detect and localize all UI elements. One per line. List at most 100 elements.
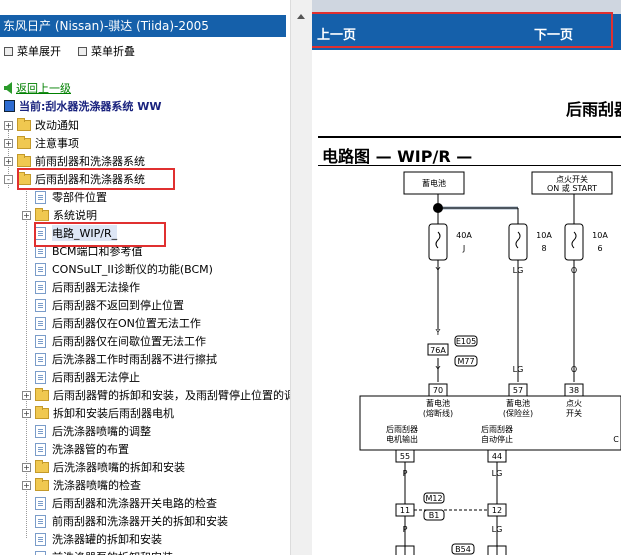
tree-item[interactable]: 前洗涤器泵的拆卸和安装 bbox=[22, 548, 173, 555]
expand-toggle-icon[interactable]: + bbox=[4, 156, 13, 166]
tree-item[interactable]: 洗涤器罐的拆卸和安装 bbox=[22, 530, 162, 548]
lbl-wire-lg1: LG bbox=[513, 266, 524, 275]
tree-item-label: 前雨刮器和洗涤器开关的拆卸和安装 bbox=[52, 515, 228, 528]
lbl-e105: E105 bbox=[456, 337, 476, 346]
document-icon bbox=[35, 514, 46, 528]
wiring-diagram: 蓄电池 点火开关 ON 或 START 40A 10A 10A J 8 6 Y … bbox=[359, 171, 621, 555]
lbl-12: 12 bbox=[492, 506, 502, 515]
menu-expand-button[interactable]: 菜单展开 bbox=[4, 43, 61, 59]
vehicle-title: 东风日产 (Nissan)-骐达 (Tiida)-2005 bbox=[3, 19, 209, 33]
lbl-wire-lg4: LG bbox=[492, 525, 503, 534]
lbl-55: 55 bbox=[400, 452, 410, 461]
back-arrow-icon bbox=[4, 82, 12, 94]
lbl-38: 38 bbox=[569, 386, 579, 395]
book-icon bbox=[4, 100, 15, 112]
lbl-fuse3: 10A bbox=[592, 231, 608, 240]
expand-toggle-icon[interactable]: + bbox=[4, 120, 13, 130]
tree-item[interactable]: 洗涤器管的布置 bbox=[22, 440, 129, 458]
tree-scrollbar[interactable] bbox=[290, 0, 313, 555]
tree-item[interactable]: 后雨刮器仅在ON位置无法工作 bbox=[22, 314, 201, 332]
tree-item[interactable]: 前雨刮器和洗涤器开关的拆卸和安装 bbox=[22, 512, 228, 530]
folder-icon bbox=[17, 135, 31, 149]
lbl-wire-lg2: LG bbox=[513, 365, 524, 374]
tree-item[interactable]: + 后雨刮器臂的拆卸和安装，及雨刮臂停止位置的调 bbox=[22, 386, 290, 404]
tree-item[interactable]: 后洗涤器工作时雨刮器不进行擦拭 bbox=[22, 350, 217, 368]
lbl-fuse3-id: 6 bbox=[597, 244, 602, 253]
tree-item[interactable]: CONSuLT_II诊断仪的功能(BCM) bbox=[22, 260, 213, 278]
tree-item[interactable]: + 后洗涤器喷嘴的拆卸和安装 bbox=[22, 458, 185, 476]
junction-dot bbox=[433, 203, 443, 213]
document-icon bbox=[35, 370, 46, 384]
lbl-70: 70 bbox=[433, 386, 443, 395]
lbl-bat-safe2: (保险丝) bbox=[503, 408, 533, 418]
tree-item[interactable]: 后雨刮器仅在间歇位置无法工作 bbox=[22, 332, 206, 350]
tree-item[interactable]: + 改动通知 bbox=[4, 116, 79, 134]
left-panel: 东风日产 (Nissan)-骐达 (Tiida)-2005 菜单展开 菜单折叠 … bbox=[0, 0, 290, 555]
tree-item[interactable]: 后雨刮器不返回到停止位置 bbox=[22, 296, 184, 314]
expand-toggle-icon[interactable]: + bbox=[22, 462, 31, 472]
document-icon bbox=[35, 442, 46, 456]
lbl-b1: B1 bbox=[429, 511, 440, 520]
lbl-76a: 76A bbox=[430, 346, 446, 355]
document-icon bbox=[35, 262, 46, 276]
lbl-44: 44 bbox=[492, 452, 502, 461]
expand-toggle-icon[interactable]: + bbox=[22, 390, 31, 400]
menu-collapse-button[interactable]: 菜单折叠 bbox=[78, 43, 135, 59]
lbl-bat-fuse2: (熔断线) bbox=[423, 408, 453, 418]
lbl-wire-o2: O bbox=[571, 365, 577, 374]
tree-item-label: 后雨刮器臂的拆卸和安装，及雨刮臂停止位置的调 bbox=[53, 389, 290, 402]
document-icon bbox=[35, 280, 46, 294]
scroll-up-icon[interactable] bbox=[297, 14, 305, 19]
lbl-wire-y1: Y bbox=[435, 266, 441, 275]
folder-icon bbox=[17, 153, 31, 167]
folder-icon bbox=[35, 387, 49, 401]
collapse-toggle-icon[interactable]: - bbox=[4, 174, 13, 184]
back-link[interactable]: 返回上一级 bbox=[4, 80, 71, 96]
folder-icon bbox=[35, 459, 49, 473]
tree-item-label: 拆卸和安装后雨刮器电机 bbox=[53, 407, 174, 420]
lbl-wire-y2: Y bbox=[435, 328, 441, 337]
lbl-auto: 后雨刮器 bbox=[481, 424, 513, 434]
tree-item-label: 后雨刮器不返回到停止位置 bbox=[52, 299, 184, 312]
lbl-battery: 蓄电池 bbox=[422, 178, 446, 188]
lbl-wire-p2: P bbox=[403, 525, 408, 534]
expand-toggle-icon[interactable]: + bbox=[22, 408, 31, 418]
expand-toggle-icon[interactable]: + bbox=[4, 138, 13, 148]
expand-toggle-icon[interactable]: + bbox=[22, 480, 31, 490]
highlight-box-nav bbox=[312, 12, 613, 48]
document-icon bbox=[35, 316, 46, 330]
tree-item-label: 后雨刮器仅在ON位置无法工作 bbox=[52, 317, 201, 330]
document-icon bbox=[35, 424, 46, 438]
document-icon bbox=[35, 298, 46, 312]
menu-collapse-label: 菜单折叠 bbox=[91, 45, 135, 58]
tree-item-label: CONSuLT_II诊断仪的功能(BCM) bbox=[52, 263, 213, 276]
document-icon bbox=[35, 352, 46, 366]
tree-item-label: 后洗涤器喷嘴的调整 bbox=[52, 425, 151, 438]
tree-item[interactable]: + 注意事项 bbox=[4, 134, 79, 152]
tree-item[interactable]: + 拆卸和安装后雨刮器电机 bbox=[22, 404, 174, 422]
expand-toggle-icon[interactable]: + bbox=[22, 210, 31, 220]
lbl-11: 11 bbox=[400, 506, 410, 515]
tree-item-label: 前雨刮器和洗涤器系统 bbox=[35, 155, 145, 168]
lbl-wire-y3: Y bbox=[435, 365, 441, 374]
lbl-ignition-pos: ON 或 START bbox=[547, 183, 597, 193]
folder-icon bbox=[17, 117, 31, 131]
lbl-motor2: 电机输出 bbox=[386, 434, 418, 444]
lbl-bat-fuse: 蓄电池 bbox=[426, 398, 450, 408]
tree-item-label: 洗涤器喷嘴的检查 bbox=[53, 479, 141, 492]
tree-item[interactable]: + 洗涤器喷嘴的检查 bbox=[22, 476, 141, 494]
folder-icon bbox=[35, 477, 49, 491]
lbl-b54: B54 bbox=[455, 545, 471, 554]
tree-item[interactable]: 后洗涤器喷嘴的调整 bbox=[22, 422, 151, 440]
tree-item-label: 后洗涤器喷嘴的拆卸和安装 bbox=[53, 461, 185, 474]
vehicle-title-bar: 东风日产 (Nissan)-骐达 (Tiida)-2005 bbox=[0, 15, 286, 37]
lbl-bat-safe: 蓄电池 bbox=[506, 398, 530, 408]
tree-item[interactable]: 零部件位置 bbox=[22, 188, 107, 206]
title-separator bbox=[318, 136, 621, 138]
tree-item[interactable]: 后雨刮器无法操作 bbox=[22, 278, 140, 296]
tree-item[interactable]: 后雨刮器无法停止 bbox=[22, 368, 140, 386]
document-icon bbox=[35, 550, 46, 555]
expand-icon bbox=[4, 46, 13, 56]
tree-item[interactable]: 后雨刮器和洗涤器开关电路的检查 bbox=[22, 494, 217, 512]
lbl-auto2: 自动停止 bbox=[481, 434, 513, 444]
